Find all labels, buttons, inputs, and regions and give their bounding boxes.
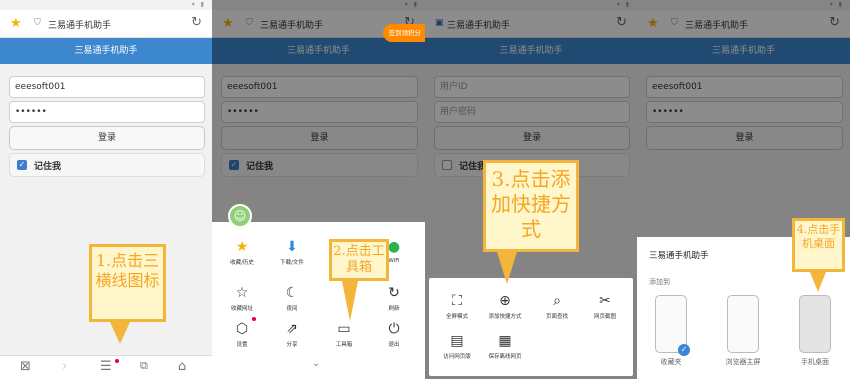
menu-label: 下载/文件 <box>280 260 304 266</box>
checkbox-checked-icon[interactable]: ✓ <box>17 160 27 170</box>
page-title: 三易通手机助手 <box>48 21 112 31</box>
menu-icon[interactable]: ☰ <box>100 359 112 374</box>
tabs-icon[interactable]: ⧉ <box>140 359 148 373</box>
search-icon: ⌕ <box>553 293 561 309</box>
remember-me-row[interactable]: ✓ 记住我 <box>9 153 205 177</box>
step1-screenshot-panel: ▾ ▮ ★ ⛉ 三易通手机助手 ↻ 三易通手机助手 eeesoft001 •••… <box>0 0 212 379</box>
star-icon[interactable]: ★ <box>10 16 22 31</box>
menu-label: 收藏/历史 <box>230 260 254 266</box>
phone-desktop-target[interactable] <box>799 295 831 353</box>
browser-menu-sheet: ★ 收藏/历史 ⬇ 下载/文件 ● WiFi ☆ 收藏网址 ☾ 夜间 ↻ 刷新 … <box>212 222 425 379</box>
toolbox-sheet: ⛶ 全屏模式 ⊕ 添加快捷方式 ⌕ 页面查找 ✂ 网页截图 ▤ 访问网页版 ▦ … <box>429 278 633 376</box>
star-icon: ★ <box>235 239 249 255</box>
menu-item-toolbox[interactable]: ▭ 工具箱 <box>322 320 366 348</box>
callout-step2: 2.点击工具箱 <box>329 239 389 281</box>
refresh-icon: ↻ <box>388 285 400 301</box>
target-label: 浏览器主屏 <box>725 358 761 366</box>
settings-icon: ⬡ <box>235 321 249 337</box>
share-icon: ⇗ <box>286 321 298 337</box>
menu-label: 刷新 <box>388 306 400 312</box>
browser-home-target[interactable] <box>727 295 759 353</box>
tool-add-shortcut[interactable]: ⊕ 添加快捷方式 <box>479 292 531 320</box>
tool-find-in-page[interactable]: ⌕ 页面查找 <box>535 292 579 320</box>
tool-label: 保存离线网页 <box>488 354 522 360</box>
callout-pointer <box>342 281 358 321</box>
refresh-icon[interactable]: ↻ <box>191 15 202 30</box>
menu-label: 退出 <box>388 342 400 348</box>
home-icon[interactable]: ⌂ <box>178 359 186 374</box>
add-circle-icon: ⊕ <box>499 293 511 309</box>
password-field[interactable]: •••••• <box>9 101 205 123</box>
browser-url-bar[interactable]: ★ ⛉ 三易通手机助手 ↻ <box>0 10 212 38</box>
moon-icon: ☾ <box>285 285 299 301</box>
close-tab-icon[interactable]: ⊠ <box>20 359 31 374</box>
notification-dot <box>115 359 119 363</box>
menu-label: 收藏网址 <box>230 306 253 312</box>
target-label: 手机桌面 <box>801 358 829 366</box>
target-label: 收藏夹 <box>660 358 682 366</box>
callout-step4: 4.点击手机桌面 <box>792 218 845 272</box>
tool-web-version[interactable]: ▤ 访问网页版 <box>435 332 479 360</box>
callout-step3: 3.点击添加快捷方式 <box>483 160 579 252</box>
username-field[interactable]: eeesoft001 <box>9 76 205 98</box>
promo-badge[interactable]: 签到领积分 <box>382 24 425 42</box>
menu-item-refresh[interactable]: ↻ 刷新 <box>372 284 416 312</box>
menu-item-downloads[interactable]: ⬇ 下载/文件 <box>270 238 314 266</box>
remember-me-label: 记住我 <box>34 162 62 172</box>
download-icon: ⬇ <box>286 239 298 255</box>
add-to-label: 添加到 <box>649 278 670 286</box>
menu-label: 分享 <box>286 342 298 348</box>
step4-screenshot-panel: ▾ ▮ ★ ⛉ 三易通手机助手 ↻ 三易通手机助手 eeesoft001 •••… <box>637 0 850 379</box>
tool-save-offline[interactable]: ▦ 保存离线网页 <box>483 332 527 360</box>
forward-icon[interactable]: › <box>62 359 67 374</box>
bookmark-star-icon: ☆ <box>235 285 249 301</box>
tool-label: 添加快捷方式 <box>488 314 522 320</box>
menu-item-bookmark-url[interactable]: ☆ 收藏网址 <box>220 284 264 312</box>
notification-dot <box>252 317 256 321</box>
callout-pointer <box>110 322 130 344</box>
tool-label: 页面查找 <box>545 314 568 320</box>
power-icon: ⏻ <box>388 321 400 337</box>
dialog-title: 三易通手机助手 <box>649 251 709 261</box>
check-icon: ✓ <box>678 344 690 356</box>
step3-screenshot-panel: ▾ ▮ ▣ 三易通手机助手 ↻ 三易通手机助手 用户ID 用户密码 登录 ✓ 记… <box>425 0 637 379</box>
tool-label: 全屏模式 <box>445 314 468 320</box>
menu-item-share[interactable]: ⇗ 分享 <box>270 320 314 348</box>
app-header: 三易通手机助手 <box>0 38 212 64</box>
login-form: eeesoft001 •••••• 登录 ✓ 记住我 <box>0 64 212 379</box>
tool-label: 访问网页版 <box>443 354 471 360</box>
browser-bottom-nav: ⊠ › ☰ ⧉ ⌂ <box>0 355 212 379</box>
menu-item-history[interactable]: ★ 收藏/历史 <box>220 238 264 266</box>
fullscreen-icon: ⛶ <box>452 293 462 309</box>
status-bar: ▾ ▮ <box>191 1 206 8</box>
web-icon: ▤ <box>450 333 464 349</box>
shield-icon: ⛉ <box>34 18 41 28</box>
callout-pointer <box>810 272 826 292</box>
tool-screenshot[interactable]: ✂ 网页截图 <box>583 292 627 320</box>
save-page-icon: ▦ <box>498 333 512 349</box>
step2-screenshot-panel: ▾ ▮ ★ ⛉ 三易通手机助手 ↻ 签到领积分 三易通手机助手 eeesoft0… <box>212 0 425 379</box>
menu-item-exit[interactable]: ⏻ 退出 <box>372 320 416 348</box>
callout-pointer <box>497 252 517 284</box>
tool-fullscreen[interactable]: ⛶ 全屏模式 <box>435 292 479 320</box>
menu-label: 工具箱 <box>335 342 353 348</box>
avatar[interactable]: ☺ <box>228 204 252 228</box>
menu-label: 夜间 <box>286 306 298 312</box>
menu-item-settings[interactable]: ⬡ 设置 <box>220 320 264 348</box>
callout-step1: 1.点击三横线图标 <box>89 244 166 322</box>
menu-item-night-mode[interactable]: ☾ 夜间 <box>270 284 314 312</box>
menu-label: 设置 <box>236 342 248 348</box>
scissors-icon: ✂ <box>599 293 611 309</box>
chevron-down-icon[interactable]: ⌄ <box>312 358 320 369</box>
toolbox-icon: ▭ <box>337 321 351 337</box>
login-button[interactable]: 登录 <box>9 126 205 150</box>
tool-label: 网页截图 <box>593 314 616 320</box>
favorites-target[interactable]: ✓ <box>655 295 690 356</box>
